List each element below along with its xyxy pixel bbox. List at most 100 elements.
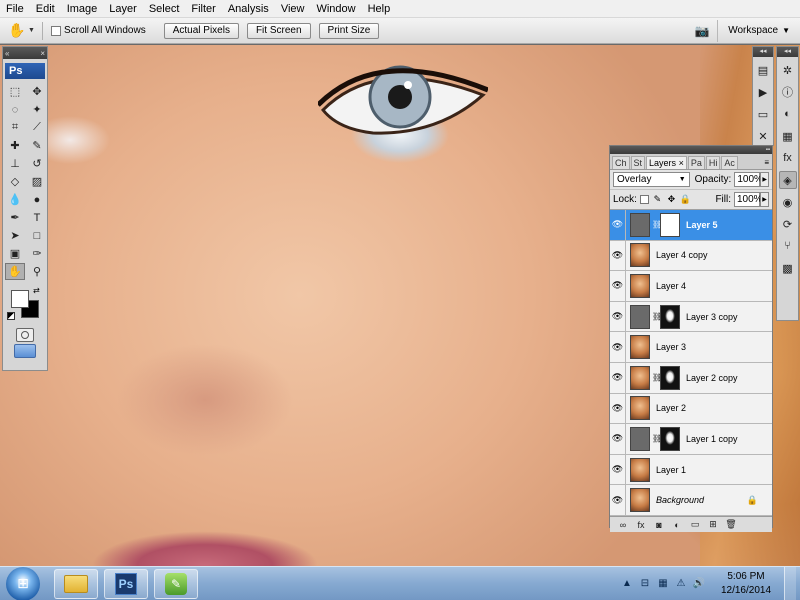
layer-row[interactable]: 👁 Layer 2 (610, 393, 772, 425)
bridge-icon[interactable]: 📷 (691, 22, 713, 40)
swatches-icon[interactable]: ▦ (779, 127, 797, 145)
layer-row[interactable]: 👁 ⛓ Layer 5 (610, 210, 772, 241)
menu-view[interactable]: View (275, 0, 311, 18)
layer-mask-thumbnail[interactable] (660, 304, 680, 329)
foreground-color-swatch[interactable] (11, 290, 29, 308)
swap-colors-icon[interactable]: ⇄ (33, 286, 40, 295)
layer-thumbnail[interactable] (630, 304, 650, 329)
marquee-tool-icon[interactable]: ⬚ (5, 83, 25, 100)
tools-panel-header[interactable]: «× (3, 47, 47, 59)
checkbox-box[interactable] (51, 25, 61, 36)
clock[interactable]: 5:06 PM 12/16/2014 (714, 570, 778, 598)
menu-help[interactable]: Help (362, 0, 397, 18)
actual-pixels-button[interactable]: Actual Pixels (163, 22, 239, 39)
layer-mask-thumbnail[interactable] (660, 365, 680, 390)
print-size-button[interactable]: Print Size (318, 22, 380, 39)
new-group-icon[interactable]: ▭ (686, 518, 704, 532)
magic-wand-tool-icon[interactable]: ✦ (27, 101, 47, 118)
layer-row[interactable]: 👁 ⛓ Layer 1 copy (610, 423, 772, 455)
mask-link-icon[interactable]: ⛓ (652, 373, 662, 382)
tab-history[interactable]: Hi (705, 156, 721, 169)
visibility-eye-icon[interactable]: 👁 (610, 270, 626, 301)
default-colors-icon[interactable] (7, 312, 15, 320)
fill-field[interactable]: 100% (734, 192, 763, 207)
tray-app-icon[interactable]: ⊟ (638, 577, 652, 591)
lock-image-icon[interactable]: ✎ (652, 194, 663, 205)
crop-tool-icon[interactable]: ⌗ (5, 119, 25, 136)
visibility-eye-icon[interactable]: 👁 (610, 362, 626, 393)
scroll-all-windows-checkbox[interactable]: Scroll All Windows (51, 25, 146, 36)
eyedropper-tool-icon[interactable]: ⟋ (27, 119, 47, 136)
new-layer-icon[interactable]: ⊞ (704, 518, 722, 532)
layer-mask-thumbnail[interactable] (660, 426, 680, 451)
layer-thumbnail[interactable] (630, 212, 650, 237)
gradient-tool-icon[interactable]: ▨ (27, 173, 47, 190)
channels-icon[interactable]: ◉ (779, 193, 797, 211)
path-selection-tool-icon[interactable]: ➤ (5, 227, 25, 244)
layer-row[interactable]: 👁 Layer 3 (610, 332, 772, 363)
brush-tool-icon[interactable]: ✎ (27, 137, 47, 154)
tab-channels[interactable]: Ch (612, 156, 630, 169)
type-tool-icon[interactable]: T (27, 209, 47, 226)
tool-preset-dropdown[interactable]: ▼ (28, 27, 38, 34)
layer-name[interactable]: Layer 4 copy (656, 250, 708, 260)
blur-tool-icon[interactable]: 💧 (5, 191, 25, 208)
dock-header[interactable]: ◂◂ (777, 47, 798, 57)
layer-name[interactable]: Layer 4 (656, 281, 686, 291)
opacity-field[interactable]: 100% (734, 172, 763, 187)
layer-thumbnail[interactable] (630, 243, 650, 268)
taskbar-photoshop-button[interactable]: Ps (104, 568, 148, 599)
visibility-eye-icon[interactable]: 👁 (610, 454, 626, 485)
clone-stamp-tool-icon[interactable]: ⊥ (5, 155, 25, 172)
tab-layers[interactable]: Layers × (646, 156, 687, 169)
fit-screen-button[interactable]: Fit Screen (246, 22, 311, 39)
fill-slider-toggle[interactable]: ▶ (760, 192, 769, 207)
taskbar-app-button[interactable]: ✎ (154, 568, 198, 599)
menu-filter[interactable]: Filter (185, 0, 221, 18)
visibility-eye-icon[interactable]: 👁 (610, 485, 626, 516)
workspace-menu[interactable]: Workspace ▼ (717, 19, 800, 42)
lock-transparent-icon[interactable] (639, 195, 649, 204)
menu-analysis[interactable]: Analysis (222, 0, 275, 18)
visibility-eye-icon[interactable]: 👁 (610, 210, 626, 240)
close-icon[interactable]: × (40, 49, 45, 58)
layer-row[interactable]: 👁 Layer 4 copy (610, 240, 772, 272)
lasso-tool-icon[interactable]: ◌ (5, 101, 25, 118)
3d-camera-tool-icon[interactable]: ✑ (27, 245, 47, 262)
paths-icon[interactable]: ⟳ (779, 215, 797, 233)
visibility-eye-icon[interactable]: 👁 (610, 301, 626, 332)
layer-name[interactable]: Layer 2 copy (686, 373, 738, 383)
layer-row[interactable]: 👁 Layer 4 (610, 270, 772, 302)
eraser-tool-icon[interactable]: ◇ (5, 173, 25, 190)
layer-style-icon[interactable]: fx (632, 518, 650, 532)
layer-name[interactable]: Layer 3 copy (686, 312, 738, 322)
pen-tool-icon[interactable]: ✒ (5, 209, 25, 226)
mask-link-icon[interactable]: ⛓ (652, 434, 662, 443)
layer-row[interactable]: 👁 Background 🔒 (610, 485, 772, 516)
volume-icon[interactable]: 🔊 (692, 577, 706, 591)
add-mask-icon[interactable]: ◙ (650, 518, 668, 532)
layer-list[interactable]: 👁 ⛓ Layer 5 👁 Layer 4 copy 👁 Layer 4 👁 ⛓ Layer 3 … (610, 210, 772, 516)
taskbar-explorer-button[interactable] (54, 568, 98, 599)
adjustment-layer-icon[interactable]: ◐ (668, 518, 686, 532)
visibility-eye-icon[interactable]: 👁 (610, 240, 626, 271)
history-icon[interactable]: ▤ (754, 61, 772, 79)
menu-edit[interactable]: Edit (30, 0, 61, 18)
masks-icon[interactable]: ⑂ (779, 237, 797, 255)
layer-name[interactable]: Layer 5 (686, 220, 718, 230)
adjustments-icon[interactable]: ▩ (779, 259, 797, 277)
opacity-slider-toggle[interactable]: ▶ (760, 172, 769, 187)
layer-name[interactable]: Layer 2 (656, 403, 686, 413)
close-icon[interactable]: × (679, 158, 684, 168)
styles-icon[interactable]: fx (779, 149, 797, 167)
layer-mask-thumbnail[interactable] (660, 212, 680, 237)
tab-paths[interactable]: Pa (687, 156, 705, 169)
lock-position-icon[interactable]: ✥ (666, 194, 677, 205)
visibility-eye-icon[interactable]: 👁 (610, 332, 626, 363)
brushes-icon[interactable]: ▭ (754, 105, 772, 123)
healing-brush-tool-icon[interactable]: ✚ (5, 137, 25, 154)
layer-name[interactable]: Layer 1 (656, 465, 686, 475)
dock-header[interactable]: ◂◂ (753, 47, 773, 57)
layers-panel-titlebar[interactable]: ▪▪ (610, 146, 772, 154)
layer-thumbnail[interactable] (630, 426, 650, 451)
